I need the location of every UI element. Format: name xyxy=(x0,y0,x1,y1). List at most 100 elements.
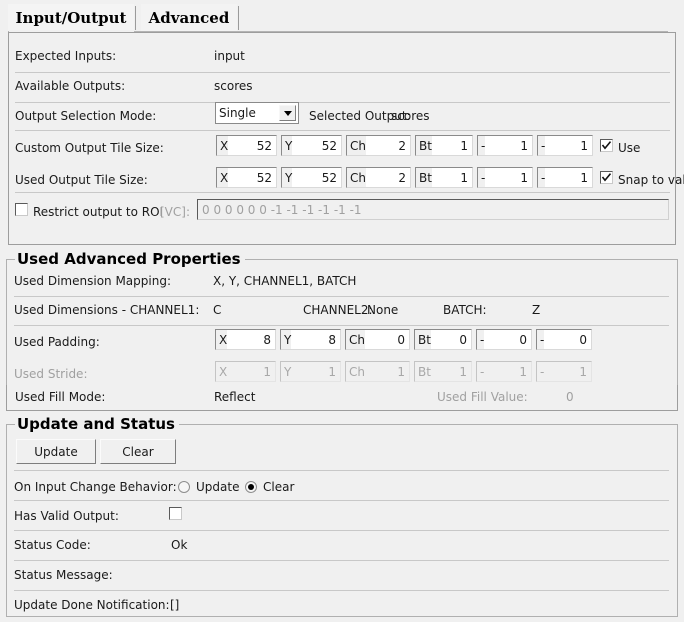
chevron-down-icon[interactable] xyxy=(279,105,296,121)
checkmark-icon xyxy=(601,172,612,183)
on-input-change-label: On Input Change Behavior: xyxy=(14,480,177,494)
separator-8 xyxy=(14,500,669,501)
dimension-mapping-label: Used Dimension Mapping: xyxy=(14,274,171,288)
available-outputs-value: scores xyxy=(214,79,253,93)
padding-bt-field[interactable]: Bt 0 xyxy=(414,329,472,350)
stride-d5-prefix: - xyxy=(477,362,484,381)
custom-tile-x-prefix: X xyxy=(217,136,228,155)
separator-9 xyxy=(14,530,669,531)
stride-bt-prefix: Bt xyxy=(415,362,431,381)
clear-button[interactable]: Clear xyxy=(100,439,176,464)
stride-d6-value: 1 xyxy=(544,365,591,379)
padding-ch-field[interactable]: Ch 0 xyxy=(345,329,410,350)
used-tile-x-value: 52 xyxy=(228,171,276,185)
used-tile-size-label: Used Output Tile Size: xyxy=(15,173,148,187)
status-code-value: Ok xyxy=(171,538,187,552)
used-tile-d5-field[interactable]: - 1 xyxy=(477,167,533,188)
used-dimensions-channel1-value: C xyxy=(213,303,221,317)
stride-y-field: Y 1 xyxy=(280,361,341,382)
used-tile-d6-prefix: - xyxy=(538,168,545,187)
radio-update[interactable] xyxy=(178,481,190,493)
stride-x-field: X 1 xyxy=(215,361,276,382)
custom-tile-d6-field[interactable]: - 1 xyxy=(537,135,593,156)
output-selection-mode-label: Output Selection Mode: xyxy=(15,109,156,123)
restrict-roi-input[interactable]: 0 0 0 0 0 0 -1 -1 -1 -1 -1 -1 xyxy=(197,199,669,220)
used-tile-bt-field[interactable]: Bt 1 xyxy=(415,167,473,188)
padding-y-prefix: Y xyxy=(281,330,291,349)
padding-d5-value: 0 xyxy=(484,333,531,347)
radio-update-label: Update xyxy=(196,480,239,494)
stride-y-prefix: Y xyxy=(281,362,291,381)
separator-5 xyxy=(14,296,669,297)
tab-advanced[interactable]: Advanced xyxy=(141,4,237,31)
custom-tile-x-field[interactable]: X 52 xyxy=(216,135,277,156)
used-tile-ch-field[interactable]: Ch 2 xyxy=(346,167,411,188)
used-tile-d6-field[interactable]: - 1 xyxy=(537,167,593,188)
used-fill-mode-row: Used Fill Mode: Reflect Used Fill Value:… xyxy=(6,385,678,411)
stride-ch-field: Ch 1 xyxy=(345,361,410,382)
padding-d6-value: 0 xyxy=(544,333,591,347)
custom-tile-d5-field[interactable]: - 1 xyxy=(477,135,533,156)
restrict-roi-value: 0 0 0 0 0 0 -1 -1 -1 -1 -1 -1 xyxy=(202,203,362,217)
channel2-label: CHANNEL2: xyxy=(303,303,373,317)
stride-y-value: 1 xyxy=(291,365,340,379)
custom-tile-ch-prefix: Ch xyxy=(347,136,366,155)
clear-button-label: Clear xyxy=(122,445,153,459)
group2-border-right xyxy=(677,424,678,617)
custom-tile-y-field[interactable]: Y 52 xyxy=(281,135,342,156)
group2-border-left xyxy=(6,424,7,617)
batch-value: Z xyxy=(532,303,540,317)
tab-separator-2 xyxy=(238,6,239,30)
separator-3 xyxy=(15,130,670,131)
used-stride-label: Used Stride: xyxy=(14,367,87,381)
padding-d6-prefix: - xyxy=(537,330,544,349)
stride-d5-value: 1 xyxy=(484,365,531,379)
snap-to-valid-checkbox[interactable] xyxy=(600,171,613,184)
radio-clear[interactable] xyxy=(245,481,257,493)
padding-y-field[interactable]: Y 8 xyxy=(280,329,341,350)
padding-x-value: 8 xyxy=(227,333,275,347)
custom-tile-d5-value: 1 xyxy=(485,139,532,153)
stride-d6-field: - 1 xyxy=(536,361,592,382)
used-tile-x-field[interactable]: X 52 xyxy=(216,167,277,188)
custom-tile-ch-value: 2 xyxy=(366,139,410,153)
padding-x-field[interactable]: X 8 xyxy=(215,329,276,350)
snap-to-valid-label: Snap to valid xyxy=(618,173,684,187)
use-checkbox-label: Use xyxy=(618,141,640,155)
used-dimensions-label: Used Dimensions - CHANNEL1: xyxy=(14,303,199,317)
used-fill-value-label: Used Fill Value: xyxy=(437,390,528,404)
padding-d6-field[interactable]: - 0 xyxy=(536,329,592,350)
selected-output-value: scores xyxy=(391,109,430,123)
channel2-value: None xyxy=(367,303,398,317)
tab-input-output[interactable]: Input/Output xyxy=(8,4,134,31)
tab-advanced-label: Advanced xyxy=(149,9,230,27)
separator-1 xyxy=(15,72,670,73)
custom-tile-bt-prefix: Bt xyxy=(416,136,432,155)
radio-clear-dot xyxy=(248,484,254,490)
custom-tile-d6-prefix: - xyxy=(538,136,545,155)
custom-tile-ch-field[interactable]: Ch 2 xyxy=(346,135,411,156)
used-fill-mode-label: Used Fill Mode: xyxy=(15,390,105,404)
stride-x-prefix: X xyxy=(216,362,227,381)
stride-bt-field: Bt 1 xyxy=(414,361,472,382)
use-checkbox[interactable] xyxy=(600,139,613,152)
restrict-roi-checkbox[interactable] xyxy=(15,203,28,216)
custom-tile-d5-prefix: - xyxy=(478,136,485,155)
used-tile-y-field[interactable]: Y 52 xyxy=(281,167,342,188)
checkmark-icon xyxy=(601,140,612,151)
has-valid-output-checkbox xyxy=(169,507,182,520)
update-button[interactable]: Update xyxy=(16,439,96,464)
tab-input-output-label: Input/Output xyxy=(16,9,127,27)
separator-7 xyxy=(14,470,669,471)
separator-2 xyxy=(15,102,670,103)
used-tile-ch-value: 2 xyxy=(366,171,410,185)
group2-border-top-left xyxy=(6,424,15,425)
custom-tile-bt-field[interactable]: Bt 1 xyxy=(415,135,473,156)
separator-4 xyxy=(15,192,670,193)
used-tile-ch-prefix: Ch xyxy=(347,168,366,187)
restrict-roi-label: Restrict output to ROI xyxy=(33,205,163,219)
padding-d5-field[interactable]: - 0 xyxy=(476,329,532,350)
dimension-mapping-value: X, Y, CHANNEL1, BATCH xyxy=(213,274,356,288)
update-done-notification-label: Update Done Notification: xyxy=(14,598,170,612)
output-selection-mode-dropdown[interactable]: Single xyxy=(215,102,299,124)
